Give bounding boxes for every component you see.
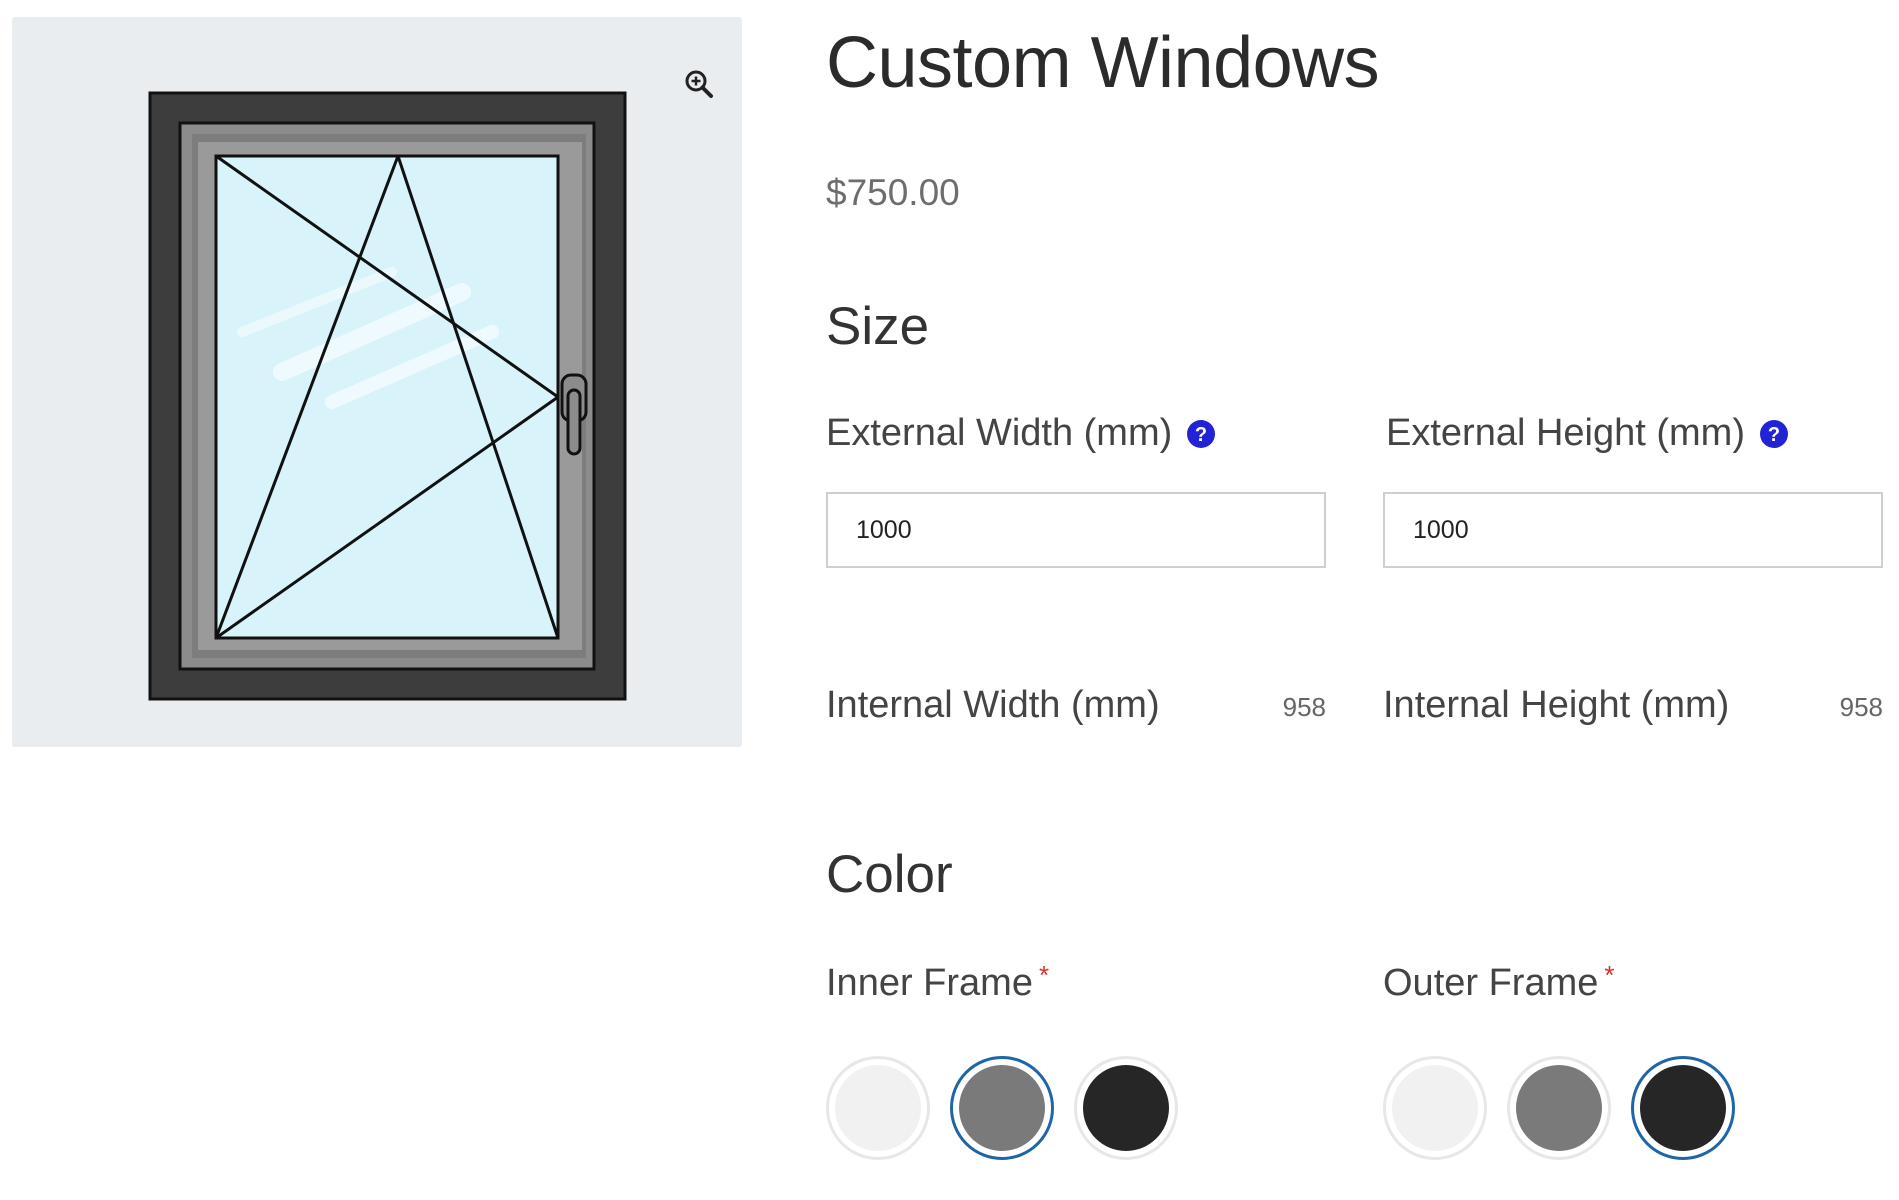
swatch-color <box>959 1065 1045 1151</box>
product-price: $750.00 <box>826 172 960 213</box>
question-circle-icon[interactable]: ? <box>1759 419 1789 449</box>
svg-text:?: ? <box>1768 424 1780 446</box>
outer-frame-swatch-gray[interactable] <box>1507 1056 1611 1160</box>
swatch-color <box>835 1065 921 1151</box>
color-heading: Color <box>826 845 953 904</box>
external-height-input[interactable] <box>1383 492 1883 568</box>
internal-width-value: 958 <box>1282 692 1326 722</box>
question-circle-icon[interactable]: ? <box>1186 419 1216 449</box>
product-image-panel[interactable] <box>12 17 742 747</box>
inner-frame-swatch-white[interactable] <box>826 1056 930 1160</box>
svg-text:?: ? <box>1195 424 1207 446</box>
zoom-button[interactable] <box>672 57 726 111</box>
swatch-color <box>1640 1065 1726 1151</box>
external-width-input[interactable] <box>826 492 1326 568</box>
size-heading: Size <box>826 297 930 356</box>
inner-frame-label: Inner Frame * <box>826 960 1050 1005</box>
internal-height-label: Internal Height (mm) <box>1383 684 1730 726</box>
required-marker: * <box>1038 960 1050 990</box>
required-marker: * <box>1604 960 1615 990</box>
internal-height-value: 958 <box>1839 692 1883 722</box>
window-illustration <box>148 91 627 701</box>
outer-frame-swatch-black[interactable] <box>1631 1056 1735 1160</box>
outer-frame-label: Outer Frame * <box>1383 960 1615 1005</box>
swatch-color <box>1516 1065 1602 1151</box>
internal-width-label: Internal Width (mm) <box>826 684 1160 726</box>
inner-frame-label-text: Inner Frame <box>826 962 1033 1004</box>
swatch-color <box>1392 1065 1478 1151</box>
outer-frame-swatch-white[interactable] <box>1383 1056 1487 1160</box>
external-width-label: External Width (mm) ? <box>826 412 1216 455</box>
product-title: Custom Windows <box>826 23 1380 103</box>
outer-frame-label-text: Outer Frame <box>1383 962 1599 1004</box>
swatch-color <box>1083 1065 1169 1151</box>
external-height-label-text: External Height (mm) <box>1386 412 1745 454</box>
external-width-label-text: External Width (mm) <box>826 412 1173 454</box>
inner-frame-swatch-black[interactable] <box>1074 1056 1178 1160</box>
zoom-in-icon <box>685 70 713 98</box>
external-height-label: External Height (mm) ? <box>1386 412 1789 455</box>
inner-frame-swatch-gray[interactable] <box>950 1056 1054 1160</box>
